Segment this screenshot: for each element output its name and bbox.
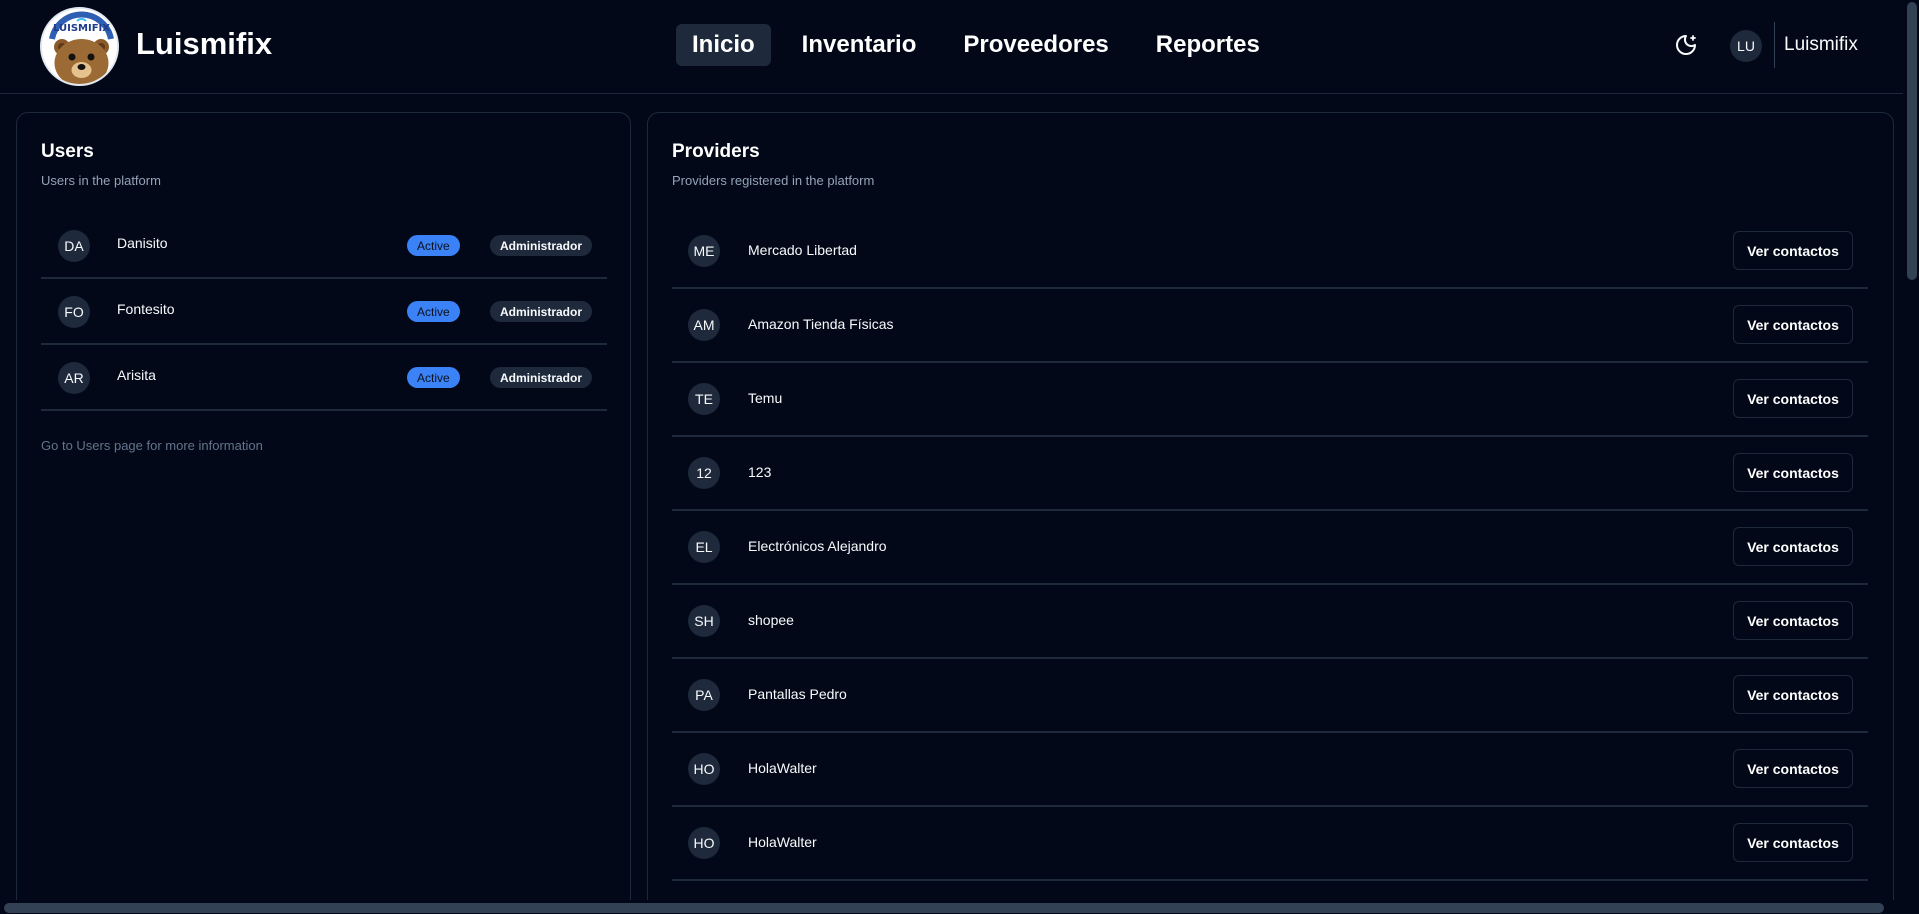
provider-avatar: SH — [688, 605, 720, 637]
provider-name: Pantallas Pedro — [748, 686, 847, 702]
provider-avatar: TE — [688, 383, 720, 415]
users-subtitle: Users in the platform — [41, 173, 161, 188]
user-row: FO Fontesito Active Administrador — [41, 279, 607, 345]
horizontal-scrollbar-thumb[interactable] — [4, 903, 1884, 913]
provider-name: shopee — [748, 612, 794, 628]
ver-contactos-button[interactable]: Ver contactos — [1733, 749, 1853, 788]
provider-row: PA Pantallas Pedro Ver contactos — [672, 659, 1868, 733]
provider-avatar: 12 — [688, 457, 720, 489]
status-badge: Active — [407, 367, 460, 388]
provider-row: TE Temu Ver contactos — [672, 363, 1868, 437]
moon-icon — [1676, 35, 1696, 55]
provider-name: Temu — [748, 390, 783, 406]
status-badge: Active — [407, 235, 460, 256]
provider-name: Electrónicos Alejandro — [748, 538, 887, 554]
ver-contactos-button[interactable]: Ver contactos — [1733, 305, 1853, 344]
provider-row: 12 123 Ver contactos — [672, 437, 1868, 511]
providers-card: Providers Providers registered in the pl… — [647, 112, 1894, 912]
ver-contactos-button[interactable]: Ver contactos — [1733, 453, 1853, 492]
logo-lettering: LUISMIFIX — [53, 23, 110, 34]
users-title: Users — [41, 141, 94, 162]
nav-reportes[interactable]: Reportes — [1140, 24, 1276, 66]
user-name[interactable]: Luismifix — [1784, 34, 1858, 56]
theme-toggle-button[interactable] — [1672, 31, 1700, 59]
role-badge: Administrador — [490, 301, 593, 322]
provider-avatar: AM — [688, 309, 720, 341]
user-row-name: Fontesito — [117, 301, 175, 317]
users-card: Users Users in the platform DA Danisito … — [16, 112, 631, 912]
ver-contactos-button[interactable]: Ver contactos — [1733, 231, 1853, 270]
user-row-avatar: AR — [58, 362, 90, 394]
user-row-name: Arisita — [117, 367, 156, 383]
ver-contactos-button[interactable]: Ver contactos — [1733, 601, 1853, 640]
role-badge: Administrador — [490, 367, 593, 388]
provider-row: AM Amazon Tienda Físicas Ver contactos — [672, 289, 1868, 363]
provider-row: EL Electrónicos Alejandro Ver contactos — [672, 511, 1868, 585]
status-badge: Active — [407, 301, 460, 322]
provider-avatar: HO — [688, 827, 720, 859]
provider-row: ME Mercado Libertad Ver contactos — [672, 215, 1868, 289]
main-nav: Inicio Inventario Proveedores Reportes — [676, 24, 1291, 66]
provider-row: HO HolaWalter Ver contactos — [672, 733, 1868, 807]
provider-name: HolaWalter — [748, 834, 817, 850]
bear-logo-icon: LUISMIFIX — [42, 9, 117, 84]
provider-name: Amazon Tienda Físicas — [748, 316, 894, 332]
providers-subtitle: Providers registered in the platform — [672, 173, 875, 188]
user-row: DA Danisito Active Administrador — [41, 213, 607, 279]
ver-contactos-button[interactable]: Ver contactos — [1733, 379, 1853, 418]
providers-title: Providers — [672, 141, 760, 162]
vertical-scrollbar-thumb[interactable] — [1907, 2, 1917, 280]
provider-avatar: PA — [688, 679, 720, 711]
ver-contactos-button[interactable]: Ver contactos — [1733, 675, 1853, 714]
provider-name: HolaWalter — [748, 760, 817, 776]
user-row-avatar: DA — [58, 230, 90, 262]
user-row: AR Arisita Active Administrador — [41, 345, 607, 411]
nav-proveedores[interactable]: Proveedores — [947, 24, 1124, 66]
provider-avatar: ME — [688, 235, 720, 267]
nav-inicio[interactable]: Inicio — [676, 24, 771, 66]
provider-avatar: EL — [688, 531, 720, 563]
provider-row: HO HolaWalter Ver contactos — [672, 807, 1868, 881]
brand-name: Luismifix — [136, 26, 273, 61]
user-avatar[interactable]: LU — [1730, 30, 1762, 62]
ver-contactos-button[interactable]: Ver contactos — [1733, 823, 1853, 862]
header-divider — [1774, 22, 1775, 68]
provider-row: SH shopee Ver contactos — [672, 585, 1868, 659]
horizontal-scrollbar[interactable] — [0, 900, 1903, 914]
provider-avatar: HO — [688, 753, 720, 785]
user-row-avatar: FO — [58, 296, 90, 328]
provider-name: 123 — [748, 464, 772, 480]
brand-logo[interactable]: LUISMIFIX — [40, 7, 119, 86]
provider-name: Mercado Libertad — [748, 242, 857, 258]
role-badge: Administrador — [490, 235, 593, 256]
ver-contactos-button[interactable]: Ver contactos — [1733, 527, 1853, 566]
top-navbar: LUISMIFIX Luismifix Inicio Inventario Pr… — [0, 0, 1903, 94]
nav-inventario[interactable]: Inventario — [786, 24, 933, 66]
vertical-scrollbar[interactable] — [1903, 0, 1919, 914]
users-footer-note: Go to Users page for more information — [41, 438, 263, 453]
user-row-name: Danisito — [117, 235, 168, 251]
